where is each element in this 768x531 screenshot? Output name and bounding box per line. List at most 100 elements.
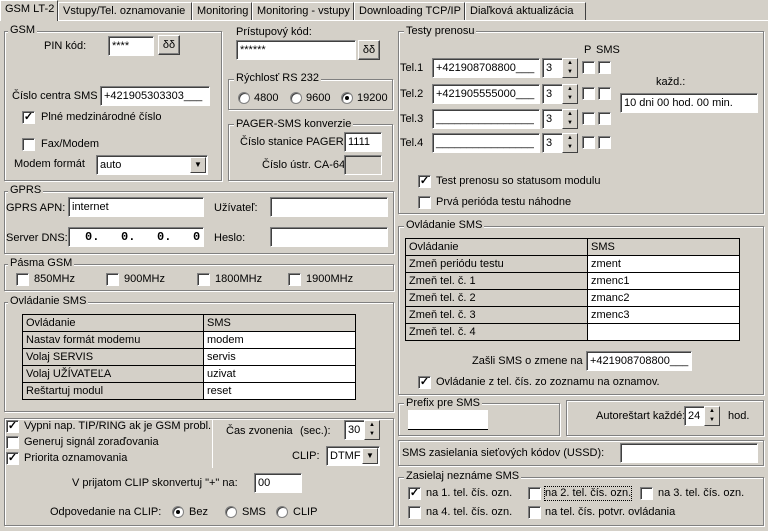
show-access-code-button[interactable]: δδ (358, 40, 380, 60)
answer-bez-radio[interactable] (172, 506, 184, 518)
tel4-count-input[interactable]: 3 (542, 133, 564, 153)
tab-vstupy[interactable]: Vstupy/Tel. oznamovanie (58, 2, 192, 21)
sms-center-input[interactable]: +421905303303___ (100, 86, 210, 106)
tel4-p-checkbox[interactable] (582, 136, 595, 149)
tel1-sms-checkbox[interactable] (598, 61, 611, 74)
tel1-input[interactable]: +421908708800___ (432, 58, 540, 78)
row-value[interactable]: zmenc3 (587, 306, 740, 324)
unknown-tel1-checkbox[interactable]: ✓ (408, 487, 421, 500)
ca64-input[interactable] (344, 155, 382, 175)
pin-input[interactable]: **** (108, 36, 154, 56)
tab-downloading[interactable]: Downloading TCP/IP (354, 2, 465, 21)
row-value[interactable]: zmenc1 (587, 272, 740, 290)
priority-checkbox[interactable]: ✓ (6, 452, 19, 465)
pager-station-input[interactable]: 1111 (344, 132, 382, 152)
tel4-input[interactable]: ________________ (432, 133, 540, 153)
row-value[interactable]: servis (203, 348, 356, 366)
unknown-sms-title: Zasielaj neznáme SMS (404, 470, 522, 482)
autorestart-input[interactable]: 24 (684, 406, 706, 426)
tel2-input[interactable]: +421905555000___ (432, 84, 540, 104)
tel2-spinner[interactable]: ▲ ▼ (562, 84, 578, 104)
tab-monitoring[interactable]: Monitoring (192, 2, 252, 21)
tel3-spinner[interactable]: ▲ ▼ (562, 109, 578, 129)
table-header-row: Ovládanie SMS (405, 238, 740, 256)
autorestart-spinner[interactable]: ▲ ▼ (704, 406, 720, 426)
table-row[interactable]: Zmeň tel. č. 2 zmanc2 (405, 289, 740, 307)
table-row[interactable]: Volaj UŽÍVATEĽA uzivat (22, 365, 356, 383)
show-pin-button[interactable]: δδ (158, 35, 180, 55)
ussd-input[interactable] (620, 443, 758, 463)
user-input[interactable] (270, 197, 388, 217)
modem-format-select[interactable]: auto ▼ (96, 155, 208, 175)
table-row[interactable]: Zmeň tel. č. 1 zmenc1 (405, 272, 740, 290)
notify-input[interactable]: +421908708800___ (586, 351, 692, 371)
table-row[interactable]: Zmeň tel. č. 4 (405, 323, 740, 341)
row-label: Zmeň tel. č. 3 (405, 306, 588, 324)
from-list-checkbox[interactable]: ✓ (418, 376, 431, 389)
table-row[interactable]: Zmeň tel. č. 3 zmenc3 (405, 306, 740, 324)
baud-9600-radio[interactable] (290, 92, 302, 104)
gen-signal-checkbox[interactable] (6, 436, 19, 449)
tel3-count-input[interactable]: 3 (542, 109, 564, 129)
prefix-input[interactable] (408, 410, 488, 430)
tel2-sms-checkbox[interactable] (598, 87, 611, 100)
row-value[interactable]: zmanc2 (587, 289, 740, 307)
tel1-p-checkbox[interactable] (582, 61, 595, 74)
row-value[interactable]: modem (203, 331, 356, 349)
tel2-count-input[interactable]: 3 (542, 84, 564, 104)
table-row[interactable]: Zmeň periódu testu zment (405, 255, 740, 273)
unknown-tel4-label: na 4. tel. čís. ozn. (426, 506, 513, 518)
unknown-tel2-checkbox[interactable] (528, 487, 541, 500)
tab-aktualizacia[interactable]: Diaľková aktualizácia (465, 2, 586, 21)
tip-ring-checkbox[interactable]: ✓ (6, 420, 19, 433)
band-1800-checkbox[interactable] (197, 273, 210, 286)
tel2-p-checkbox[interactable] (582, 87, 595, 100)
table-row[interactable]: Reštartuj modul reset (22, 382, 356, 400)
tel4-spinner[interactable]: ▲ ▼ (562, 133, 578, 153)
ring-time-spinner[interactable]: ▲ ▼ (364, 420, 380, 440)
baud-4800-radio[interactable] (238, 92, 250, 104)
tel3-input[interactable]: ________________ (432, 109, 540, 129)
tab-gsm-lt2[interactable]: GSM LT-2 (0, 0, 58, 21)
random-period-checkbox[interactable] (418, 196, 431, 209)
band-1900-checkbox[interactable] (288, 273, 301, 286)
tel1-spinner[interactable]: ▲ ▼ (562, 58, 578, 78)
apn-input[interactable]: internet (68, 197, 204, 217)
status-test-checkbox[interactable]: ✓ (418, 175, 431, 188)
unknown-tel4-checkbox[interactable] (408, 506, 421, 519)
password-input[interactable] (270, 227, 388, 247)
answer-sms-radio[interactable] (225, 506, 237, 518)
band-900-label: 900MHz (124, 273, 165, 285)
unknown-tel3-checkbox[interactable] (640, 487, 653, 500)
tel3-sms-checkbox[interactable] (598, 112, 611, 125)
fax-modem-checkbox[interactable] (22, 138, 35, 151)
band-900-checkbox[interactable] (106, 273, 119, 286)
baud-19200-radio[interactable] (341, 92, 353, 104)
tel1-count-input[interactable]: 3 (542, 58, 564, 78)
convert-input[interactable]: 00 (254, 473, 302, 493)
row-value[interactable]: uzivat (203, 365, 356, 383)
tel4-sms-checkbox[interactable] (598, 136, 611, 149)
priority-label: Priorita oznamovania (24, 452, 128, 464)
tab-monitoring-vstupy[interactable]: Monitoring - vstupy (252, 2, 354, 21)
tel3-p-checkbox[interactable] (582, 112, 595, 125)
chevron-down-icon[interactable]: ▼ (190, 157, 206, 173)
answer-clip-radio[interactable] (276, 506, 288, 518)
clip-select[interactable]: DTMF ▼ (326, 446, 380, 466)
row-value[interactable]: zment (587, 255, 740, 273)
access-code-input[interactable]: ****** (236, 40, 356, 60)
dns-input[interactable]: 0. 0. 0. 0 (68, 227, 204, 247)
band-850-checkbox[interactable] (16, 273, 29, 286)
table-row[interactable]: Volaj SERVIS servis (22, 348, 356, 366)
full-intl-checkbox[interactable]: ✓ (22, 111, 35, 124)
interval-input[interactable]: 10 dni 00 hod. 00 min. (620, 93, 758, 113)
ring-time-input[interactable]: 30 (344, 420, 366, 440)
unknown-confirm-checkbox[interactable] (528, 506, 541, 519)
table-row[interactable]: Nastav formát modemu modem (22, 331, 356, 349)
row-value[interactable] (587, 323, 740, 341)
fax-modem-label: Fax/Modem (41, 138, 100, 150)
p-column-label: P (584, 44, 592, 56)
ca64-label: Číslo ústr. CA-64: (262, 159, 349, 171)
row-value[interactable]: reset (203, 382, 356, 400)
chevron-down-icon[interactable]: ▼ (362, 448, 378, 464)
